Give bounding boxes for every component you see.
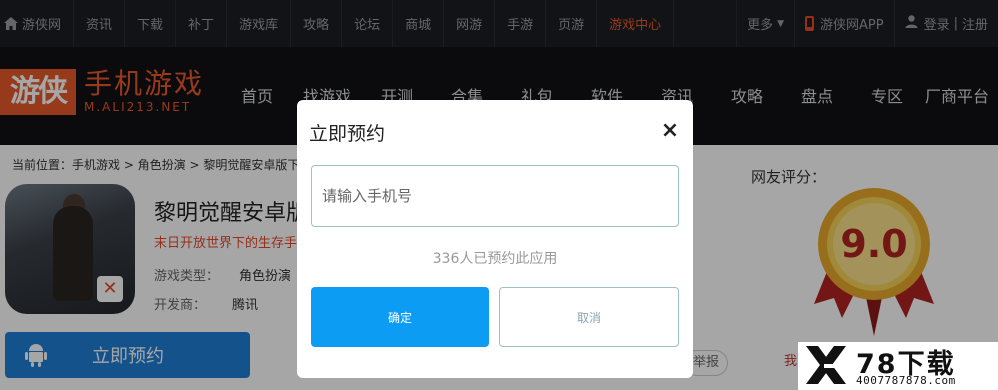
reserve-modal: 立即预约 × 336人已预约此应用 确定 取消 [297, 100, 693, 378]
modal-title: 立即预约 [309, 123, 386, 145]
reservation-count: 336人已预约此应用 [432, 251, 558, 267]
close-icon[interactable]: × [659, 120, 681, 142]
phone-input[interactable] [311, 165, 679, 227]
cancel-button[interactable]: 取消 [499, 287, 679, 347]
watermark-logo-icon [804, 344, 848, 386]
watermark-phone: 4007787878.com [856, 374, 956, 387]
watermark: 78下载 4007787878.com [798, 342, 998, 390]
confirm-button[interactable]: 确定 [311, 287, 489, 347]
